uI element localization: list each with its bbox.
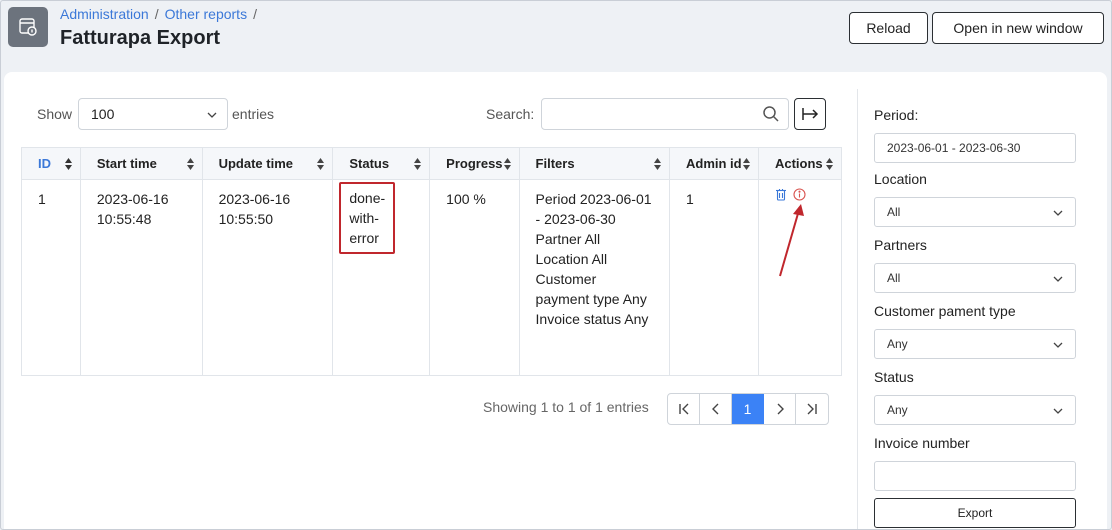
column-header-status[interactable]: Status <box>332 147 431 180</box>
search-label: Search: <box>486 106 535 122</box>
column-header-update-time[interactable]: Update time <box>201 147 334 180</box>
info-icon[interactable] <box>793 188 806 201</box>
last-page-icon <box>807 403 817 415</box>
row-actions <box>775 188 825 201</box>
cell-status: done-with-error <box>332 179 431 376</box>
invoice-number-input[interactable] <box>874 461 1076 491</box>
partners-select-value: All <box>887 271 901 285</box>
entries-select[interactable]: 100 <box>78 98 228 130</box>
column-header-actions[interactable]: Actions <box>757 147 843 180</box>
column-header-progress[interactable]: Progress <box>429 147 520 180</box>
breadcrumb: Administration / Other reports / <box>60 6 257 22</box>
column-header-label: Start time <box>96 156 157 171</box>
export-button[interactable]: Export <box>874 498 1076 528</box>
entries-label: entries <box>232 106 275 122</box>
prev-page-button[interactable] <box>700 394 732 424</box>
column-header-label: Filters <box>535 156 575 171</box>
partners-label: Partners <box>874 237 927 253</box>
chevron-down-icon <box>207 112 217 118</box>
status-badge: done-with-error <box>339 182 396 254</box>
column-header-filters[interactable]: Filters <box>518 147 670 180</box>
location-select[interactable]: All <box>874 197 1076 227</box>
sort-icon <box>503 158 511 170</box>
sort-icon <box>653 158 661 170</box>
cell-update-time: 2023-06-16 10:55:50 <box>201 179 334 376</box>
table-row: 1 2023-06-16 10:55:48 2023-06-16 10:55:5… <box>21 179 843 376</box>
app-frame: Administration / Other reports / Fattura… <box>0 0 1112 530</box>
table-pane: Show 100 entries Search: ID Start time U… <box>4 72 856 529</box>
pagination: 1 <box>667 393 829 425</box>
partners-select[interactable]: All <box>874 263 1076 293</box>
sort-icon <box>64 158 72 170</box>
sort-icon <box>317 158 325 170</box>
page-title: Fatturapa Export <box>60 27 221 49</box>
column-header-id[interactable]: ID <box>21 147 81 180</box>
chevron-down-icon <box>1053 210 1063 216</box>
filters-form: Period: 2023-06-01 - 2023-06-30 Location… <box>857 89 1107 529</box>
breadcrumb-separator: / <box>253 6 257 22</box>
cell-admin-id: 1 <box>668 179 759 376</box>
chevron-down-icon <box>1053 276 1063 282</box>
column-header-start-time[interactable]: Start time <box>79 147 203 180</box>
column-header-label: ID <box>38 156 51 171</box>
chevron-right-icon <box>777 403 784 415</box>
payment-type-label: Customer pament type <box>874 303 1016 319</box>
last-page-button[interactable] <box>796 394 828 424</box>
chevron-down-icon <box>1053 342 1063 348</box>
cell-progress: 100 % <box>429 179 520 376</box>
period-label: Period: <box>874 107 919 123</box>
status-label: Status <box>874 369 914 385</box>
breadcrumb-other-reports[interactable]: Other reports <box>165 6 247 22</box>
status-select-value: Any <box>887 403 908 417</box>
entries-select-value: 100 <box>91 106 115 122</box>
breadcrumb-administration[interactable]: Administration <box>60 6 149 22</box>
column-header-admin-id[interactable]: Admin id <box>668 147 759 180</box>
sort-icon <box>186 158 194 170</box>
sort-icon <box>826 158 833 170</box>
show-label: Show <box>37 106 73 122</box>
search-input[interactable] <box>541 98 789 130</box>
open-new-window-button[interactable]: Open in new window <box>932 12 1104 44</box>
annotation-arrow-icon <box>779 204 804 277</box>
cell-start-time: 2023-06-16 10:55:48 <box>79 179 203 376</box>
report-app-icon <box>8 7 48 47</box>
cell-filters: Period 2023-06-01 - 2023-06-30 Partner A… <box>518 179 670 376</box>
main-card: Show 100 entries Search: ID Start time U… <box>4 72 1107 529</box>
chevron-left-icon <box>711 403 718 415</box>
chevron-down-icon <box>1053 408 1063 414</box>
period-input[interactable]: 2023-06-01 - 2023-06-30 <box>874 133 1076 163</box>
payment-type-select[interactable]: Any <box>874 329 1076 359</box>
first-page-button[interactable] <box>668 394 700 424</box>
search-icon[interactable] <box>762 105 780 126</box>
trash-icon[interactable] <box>775 188 787 201</box>
invoice-number-label: Invoice number <box>874 435 970 451</box>
reload-button[interactable]: Reload <box>849 12 928 44</box>
table-header-row: ID Start time Update time Status Progres… <box>21 147 843 180</box>
arrow-to-line-icon <box>802 108 819 120</box>
column-header-label: Status <box>349 156 390 171</box>
first-page-icon <box>678 403 688 415</box>
export-columns-button[interactable] <box>794 98 826 130</box>
column-header-label: Update time <box>218 156 293 171</box>
column-header-label: Actions <box>774 156 823 171</box>
pagination-info: Showing 1 to 1 of 1 entries <box>483 399 649 415</box>
column-header-label: Progress <box>446 156 503 171</box>
sort-icon <box>742 158 750 170</box>
location-label: Location <box>874 171 927 187</box>
page-button-current[interactable]: 1 <box>732 394 764 424</box>
export-table: ID Start time Update time Status Progres… <box>21 147 843 376</box>
next-page-button[interactable] <box>764 394 796 424</box>
status-select[interactable]: Any <box>874 395 1076 425</box>
breadcrumb-separator: / <box>154 6 159 22</box>
cell-id: 1 <box>21 179 81 376</box>
location-select-value: All <box>887 205 901 219</box>
payment-type-select-value: Any <box>887 337 908 351</box>
column-header-label: Admin id <box>685 156 742 171</box>
sort-icon <box>414 158 422 170</box>
